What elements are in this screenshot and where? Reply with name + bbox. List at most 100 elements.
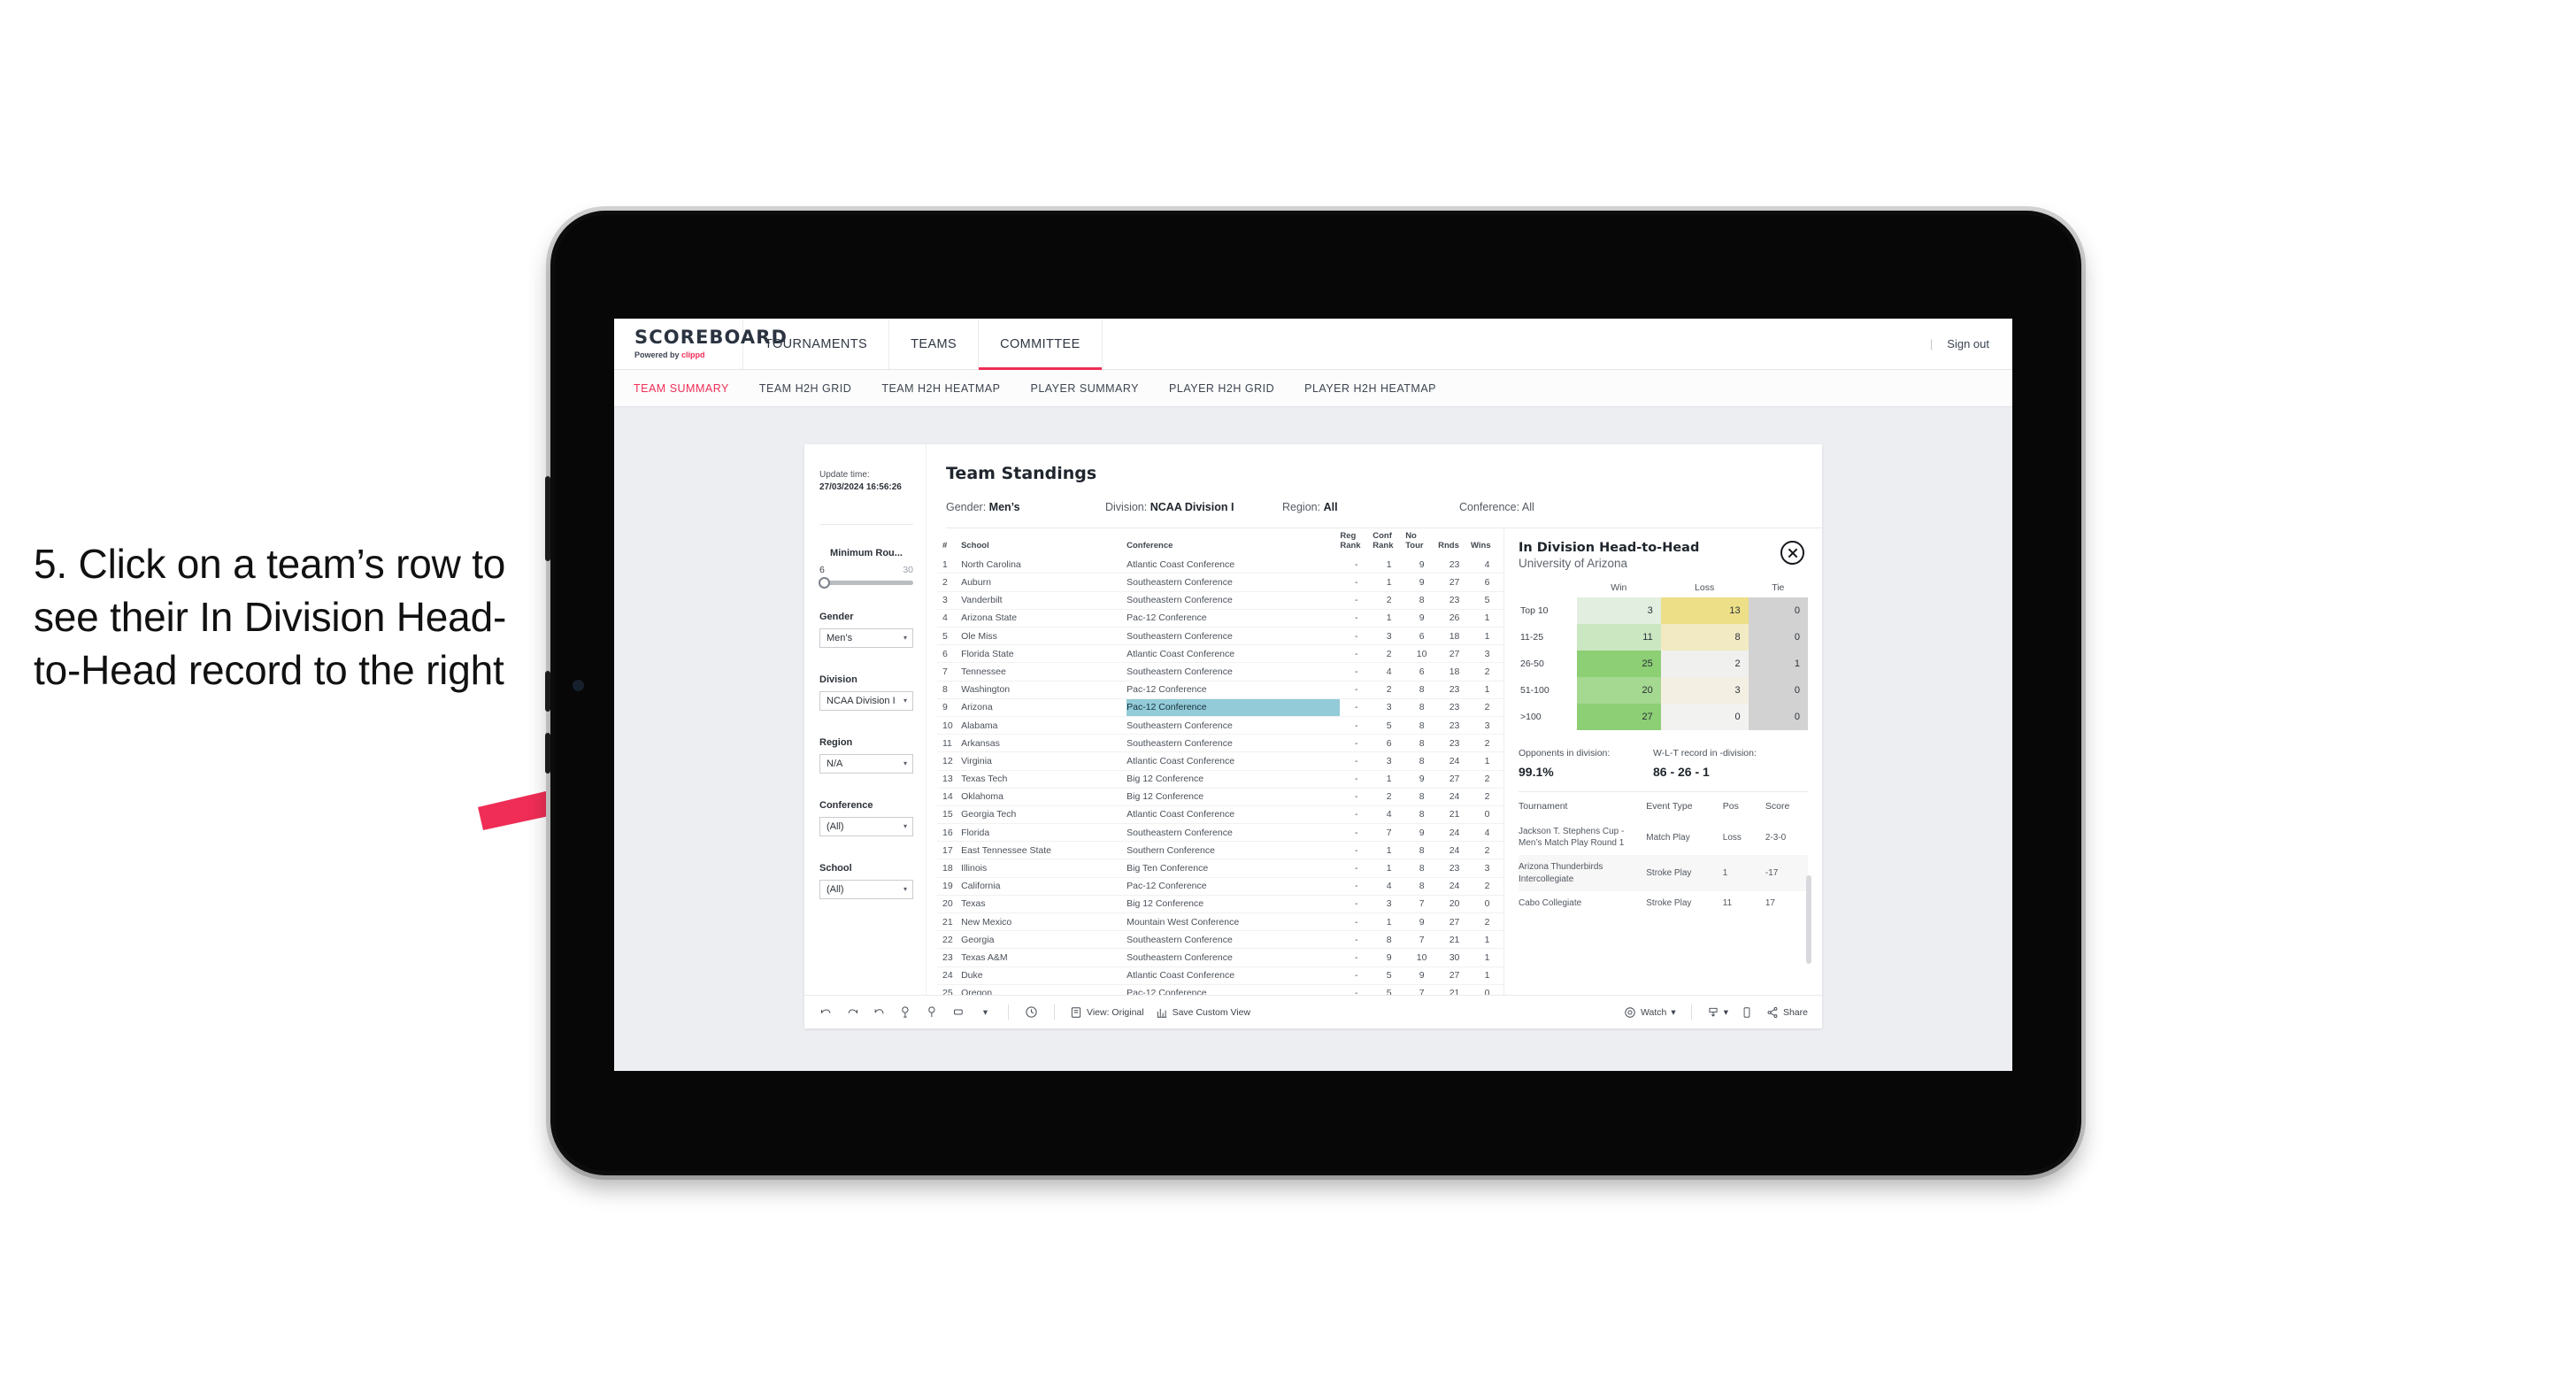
redo-icon[interactable] — [845, 1005, 860, 1020]
cell-school: Washington — [961, 681, 1127, 699]
table-row[interactable]: 21 New Mexico Mountain West Conference -1 9 2… — [937, 912, 1503, 932]
undo-icon[interactable] — [819, 1005, 834, 1020]
division-select[interactable]: NCAA Division I ▾ — [819, 690, 913, 711]
school-select[interactable]: (All) ▾ — [819, 879, 913, 899]
nav-tournaments[interactable]: TOURNAMENTS — [743, 319, 890, 369]
min-rounds-slider[interactable] — [819, 576, 913, 589]
slider-handle[interactable] — [819, 576, 830, 589]
table-row[interactable]: 9 Arizona Pac-12 Conference -3 8 23 2 — [937, 698, 1503, 717]
table-row[interactable]: 16 Florida Southeastern Conference -7 9 24 4 — [937, 823, 1503, 843]
shape-dropdown-icon[interactable]: ▾ — [978, 1005, 993, 1020]
cell-wins: 2 — [1471, 662, 1503, 681]
table-row[interactable]: 12 Virginia Atlantic Coast Conference -3 8 24… — [937, 751, 1503, 771]
kpi-record-value: 86 - 26 - 1 — [1653, 765, 1710, 779]
close-icon[interactable] — [1780, 541, 1804, 565]
pause-icon[interactable] — [925, 1005, 940, 1020]
clock-icon[interactable] — [1024, 1005, 1039, 1020]
tab-team-h2h-heatmap[interactable]: TEAM H2H HEATMAP — [881, 382, 1000, 395]
heatmap-cell-win[interactable]: 3 — [1577, 597, 1661, 624]
conference-select[interactable]: (All) ▾ — [819, 816, 913, 836]
table-row[interactable]: 13 Texas Tech Big 12 Conference -1 9 27 2 — [937, 770, 1503, 789]
download-button[interactable]: ▾ — [1707, 1006, 1728, 1019]
table-row[interactable]: 20 Texas Big 12 Conference -3 7 20 0 — [937, 895, 1503, 914]
cell-wins: 1 — [1471, 966, 1503, 985]
heatmap-cell-loss[interactable]: 2 — [1660, 651, 1749, 677]
events-scrollbar[interactable] — [1806, 875, 1811, 964]
cell-rank: 10 — [937, 716, 962, 735]
tab-player-h2h-heatmap[interactable]: PLAYER H2H HEATMAP — [1304, 382, 1436, 395]
table-row[interactable]: 24 Duke Atlantic Coast Conference -5 9 27 1 — [937, 966, 1503, 985]
heatmap-cell-tie[interactable]: 0 — [1748, 704, 1808, 730]
brand-logo[interactable]: SCOREBOARD Powered by clippd — [614, 319, 787, 369]
table-row[interactable]: 19 California Pac-12 Conference -4 8 24 2 — [937, 877, 1503, 896]
col-wins[interactable]: Wins — [1471, 528, 1503, 556]
heatmap-cell-loss[interactable]: 3 — [1660, 677, 1749, 704]
table-row[interactable]: 10 Alabama Southeastern Conference -5 8 23 3 — [937, 716, 1503, 735]
heatmap-cell-win[interactable]: 20 — [1577, 677, 1661, 704]
refresh-icon[interactable] — [898, 1005, 913, 1020]
events-col-pos: Pos — [1722, 801, 1739, 812]
table-row[interactable]: 8 Washington Pac-12 Conference -2 8 23 1 — [937, 681, 1503, 699]
heatmap-cell-tie[interactable]: 1 — [1748, 651, 1808, 677]
table-row[interactable]: 7 Tennessee Southeastern Conference -4 6 18 2 — [937, 662, 1503, 681]
table-row[interactable]: 4 Arizona State Pac-12 Conference -1 9 26 1 — [937, 609, 1503, 628]
table-row[interactable]: 5 Ole Miss Southeastern Conference -3 6 18 1 — [937, 627, 1503, 646]
heatmap-cell-loss[interactable]: 8 — [1660, 624, 1749, 651]
col-no-tour[interactable]: No Tour — [1405, 528, 1438, 556]
heatmap-cell-tie[interactable]: 0 — [1748, 597, 1808, 624]
col-rank[interactable]: # — [937, 528, 961, 556]
table-row[interactable]: 3 Vanderbilt Southeastern Conference -2 8 23 5 — [937, 591, 1503, 610]
heatmap-cell-loss[interactable]: 13 — [1660, 597, 1749, 624]
col-school[interactable]: School — [961, 528, 1127, 556]
cell-conf-rank: 7 — [1373, 823, 1406, 843]
watch-button[interactable]: Watch ▾ — [1624, 1006, 1676, 1019]
save-custom-view-button[interactable]: Save Custom View — [1156, 1006, 1250, 1019]
table-row[interactable]: 6 Florida State Atlantic Coast Conference -… — [937, 644, 1503, 664]
table-row[interactable]: 1 North Carolina Atlantic Coast Conference… — [937, 556, 1503, 574]
event-row[interactable]: Cabo Collegiate Stroke Play 11 17 — [1519, 891, 1808, 915]
heatmap-cell-tie[interactable]: 0 — [1748, 624, 1808, 651]
standings-table: # School Conference Reg Rank Conf Rank No T… — [937, 528, 1503, 1003]
table-row[interactable]: 11 Arkansas Southeastern Conference -6 8 23 2 — [937, 734, 1503, 753]
meta-conference: Conference: All — [1459, 501, 1534, 513]
col-conference[interactable]: Conference — [1127, 528, 1340, 556]
tab-player-summary[interactable]: PLAYER SUMMARY — [1030, 382, 1139, 395]
cell-wins: 5 — [1471, 591, 1503, 610]
region-select[interactable]: N/A ▾ — [819, 753, 913, 774]
table-row[interactable]: 14 Oklahoma Big 12 Conference -2 8 24 2 — [937, 788, 1503, 806]
tab-player-h2h-grid[interactable]: PLAYER H2H GRID — [1169, 382, 1274, 395]
kpi-opponents-label: Opponents in division: — [1519, 748, 1611, 758]
event-row[interactable]: Jackson T. Stephens Cup - Men’s Match Pl… — [1519, 820, 1808, 855]
heatmap-cell-loss[interactable]: 0 — [1660, 704, 1749, 730]
revert-icon[interactable] — [872, 1005, 887, 1020]
event-tournament: Cabo Collegiate — [1519, 897, 1582, 908]
chevron-down-icon: ▾ — [1671, 1006, 1676, 1018]
nav-teams[interactable]: TEAMS — [889, 319, 980, 369]
tab-team-summary[interactable]: TEAM SUMMARY — [634, 382, 729, 395]
table-row[interactable]: 15 Georgia Tech Atlantic Coast Conference -… — [937, 805, 1503, 825]
event-row[interactable]: Arizona Thunderbirds Intercollegiate Stro… — [1519, 855, 1808, 891]
heatmap-row-label: 51-100 — [1520, 685, 1549, 696]
device-layout-icon[interactable] — [1740, 1005, 1755, 1020]
sign-out-link[interactable]: Sign out — [1947, 337, 1989, 350]
heatmap-cell-win[interactable]: 11 — [1577, 624, 1661, 651]
share-button[interactable]: Share — [1766, 1006, 1808, 1019]
table-row[interactable]: 18 Illinois Big Ten Conference -1 8 23 3 — [937, 859, 1503, 878]
table-row[interactable]: 17 East Tennessee State Southern Conferenc… — [937, 841, 1503, 860]
event-score: 17 — [1765, 897, 1775, 908]
gender-select[interactable]: Men’s ▾ — [819, 628, 913, 648]
tab-team-h2h-grid[interactable]: TEAM H2H GRID — [759, 382, 851, 395]
heatmap-cell-win[interactable]: 25 — [1577, 651, 1661, 677]
col-conf-rank[interactable]: Conf Rank — [1373, 528, 1405, 556]
shape-icon[interactable] — [951, 1005, 966, 1020]
heatmap-cell-tie[interactable]: 0 — [1748, 677, 1808, 704]
col-rnds[interactable]: Rnds — [1438, 528, 1471, 556]
table-row[interactable]: 2 Auburn Southeastern Conference -1 9 27 6 — [937, 573, 1503, 592]
heatmap-cell-win[interactable]: 27 — [1577, 704, 1661, 730]
view-original-button[interactable]: View: Original — [1070, 1006, 1144, 1019]
col-reg-rank[interactable]: Reg Rank — [1340, 528, 1373, 556]
nav-committee[interactable]: COMMITTEE — [979, 319, 1103, 370]
cell-rnds: 24 — [1438, 877, 1472, 896]
table-row[interactable]: 23 Texas A&M Southeastern Conference -9 10 30… — [937, 948, 1503, 967]
table-row[interactable]: 22 Georgia Southeastern Conference -8 7 21 1 — [937, 930, 1503, 950]
